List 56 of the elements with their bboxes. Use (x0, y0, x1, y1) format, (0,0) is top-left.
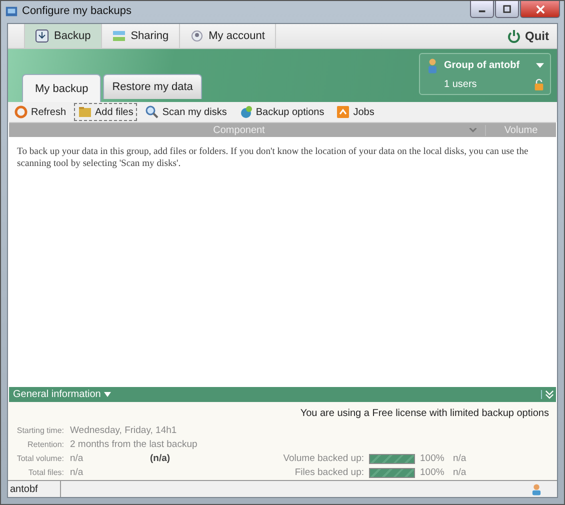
field-value: n/a (70, 467, 84, 478)
caret-icon[interactable] (104, 392, 111, 397)
field-value: n/a (70, 453, 84, 464)
percent-text: 100% (420, 453, 446, 464)
field-value: n/a (453, 453, 466, 464)
field-label: Total files: (27, 468, 64, 477)
field-label: Volume backed up: (282, 453, 364, 464)
power-icon (507, 29, 521, 43)
padlock-icon[interactable] (534, 78, 544, 90)
maximize-icon (502, 4, 512, 14)
field-label: Starting time: (16, 426, 64, 435)
field-value: 2 months from the last backup (70, 439, 198, 450)
hint-text: To back up your data in this group, add files or folders. If you don't know the location of your data on the local disks, you can use the scanning tool by selecting 'Scan my disks'. (17, 146, 530, 170)
toolbar-button[interactable]: Scan my disks (141, 103, 231, 121)
field-value: n/a (453, 467, 466, 478)
jobs-icon (336, 105, 350, 119)
close-button[interactable] (520, 1, 560, 18)
sub-tab[interactable]: My backup (22, 74, 102, 102)
toolbar-button[interactable]: Refresh (10, 103, 70, 121)
main-tab[interactable]: Backup (25, 24, 102, 48)
folder-icon (78, 105, 92, 119)
field-label: Total volume: (16, 454, 64, 463)
collapse-icon[interactable] (541, 390, 556, 399)
user-count: 1 users (444, 78, 477, 90)
main-tab[interactable]: Sharing (102, 24, 180, 48)
status-user: antobf (8, 481, 61, 497)
options-icon (238, 105, 253, 119)
field-label: Files backed up: (294, 467, 364, 478)
main-tab[interactable]: My account (180, 24, 276, 48)
toolbar-button[interactable]: Backup options (234, 103, 328, 121)
percent-text: 100% (420, 467, 446, 478)
chevron-icon[interactable] (469, 128, 477, 132)
person-icon (426, 58, 439, 74)
window-title: Configure my backups (22, 5, 132, 17)
sharing-icon (112, 29, 126, 43)
section-header[interactable]: General information (9, 387, 556, 402)
license-notice: You are using a Free license with limited backup options (299, 408, 549, 419)
quit-button[interactable]: Quit (499, 24, 557, 48)
close-icon (536, 4, 544, 14)
search-icon (145, 105, 160, 119)
app-icon (5, 4, 18, 18)
person-icon[interactable] (530, 482, 543, 496)
sub-tab[interactable]: Restore my data (103, 74, 202, 99)
minimize-button[interactable] (470, 1, 494, 18)
caret-icon[interactable] (536, 63, 544, 68)
toolbar-button[interactable]: Jobs (332, 103, 378, 121)
refresh-icon (14, 105, 28, 119)
download-icon (35, 29, 49, 43)
account-icon (190, 29, 204, 43)
field-value: Wednesday, Friday, 14h1 (70, 425, 178, 436)
field-value: (n/a) (150, 453, 172, 464)
toolbar-button[interactable]: Add files (74, 103, 138, 121)
section-title[interactable]: General information (13, 389, 101, 400)
group-name: Group of antobf (444, 60, 520, 71)
field-label: Retention: (26, 440, 64, 449)
maximize-button[interactable] (495, 1, 519, 18)
